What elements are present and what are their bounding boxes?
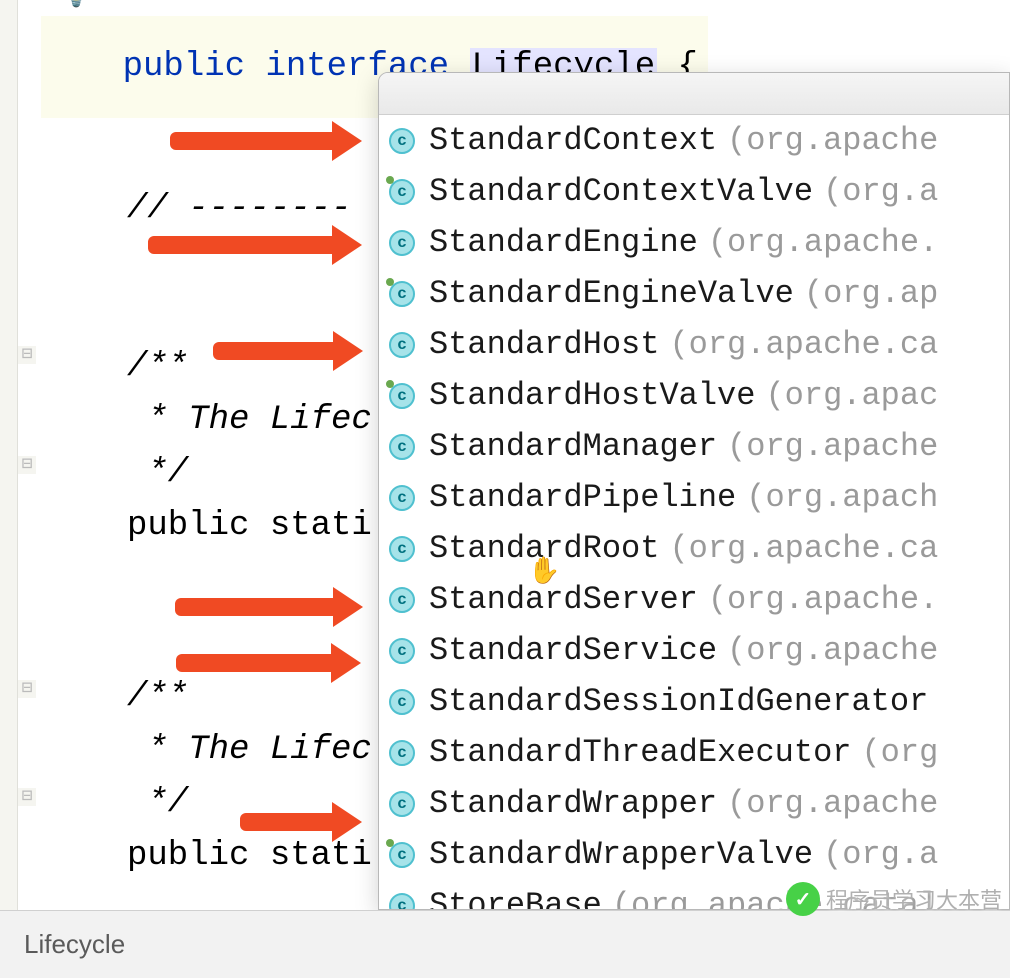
class-icon: c xyxy=(389,485,415,511)
class-name: StandardHost xyxy=(429,326,659,363)
implementation-item[interactable]: c StandardContextValve (org.a xyxy=(379,166,1009,217)
fold-toggle-icon[interactable]: ⊟ xyxy=(18,346,36,364)
package-path: (org.a xyxy=(823,836,938,873)
class-icon: c xyxy=(389,638,415,664)
class-icon: c xyxy=(389,332,415,358)
class-icon: c xyxy=(389,536,415,562)
package-path: (org.apache. xyxy=(708,224,938,261)
class-name: StandardContext xyxy=(429,122,717,159)
status-bar: Lifecycle xyxy=(0,910,1010,978)
package-path: (org.a xyxy=(823,173,938,210)
class-icon: c xyxy=(389,740,415,766)
code-line: */ xyxy=(127,456,188,490)
code-line: /** xyxy=(127,680,188,714)
package-path: (org.apache.catal xyxy=(612,887,938,910)
code-line: */ xyxy=(127,786,188,820)
package-path: (org.apache. xyxy=(708,581,938,618)
editor-gutter xyxy=(0,0,18,910)
class-name: StandardContextValve xyxy=(429,173,813,210)
class-icon: c xyxy=(389,281,415,307)
class-icon: c xyxy=(389,128,415,154)
class-name: StandardHostValve xyxy=(429,377,755,414)
code-line: public stati xyxy=(127,509,372,543)
popup-header[interactable] xyxy=(379,73,1009,115)
code-line: * The Lifec xyxy=(127,733,372,767)
package-path: (org.apache xyxy=(727,428,938,465)
class-icon: c xyxy=(389,383,415,409)
implementation-item[interactable]: c StandardPipeline (org.apach xyxy=(379,472,1009,523)
class-icon: c xyxy=(389,230,415,256)
class-icon: c xyxy=(389,842,415,868)
package-path: (org.apache xyxy=(727,785,938,822)
package-path: (org.apach xyxy=(746,479,938,516)
implementation-item[interactable]: c StandardWrapper (org.apache xyxy=(379,778,1009,829)
implementation-item[interactable]: c StandardSessionIdGenerator xyxy=(379,676,1009,727)
implementations-list[interactable]: c StandardContext (org.apache c StandardCont… xyxy=(379,115,1009,910)
class-name: StandardThreadExecutor xyxy=(429,734,851,771)
implementation-item[interactable]: c StandardContext (org.apache xyxy=(379,115,1009,166)
class-name: StandardEngineValve xyxy=(429,275,794,312)
status-bar-text: Lifecycle xyxy=(24,929,125,960)
package-path: (org xyxy=(861,734,938,771)
package-path: (org.apac xyxy=(765,377,938,414)
package-path: (org.ap xyxy=(804,275,938,312)
package-path: (org.apache xyxy=(727,122,938,159)
class-icon: c xyxy=(389,893,415,911)
class-icon: c xyxy=(389,179,415,205)
code-line: // -------- xyxy=(127,192,351,226)
fold-toggle-icon[interactable]: ⊟ xyxy=(18,788,36,806)
class-icon: c xyxy=(389,791,415,817)
implementation-item[interactable]: c StandardThreadExecutor (org xyxy=(379,727,1009,778)
class-icon: c xyxy=(389,587,415,613)
keyword-public: public xyxy=(123,48,245,86)
class-name: StandardEngine xyxy=(429,224,698,261)
implementation-item[interactable]: c StandardWrapperValve (org.a xyxy=(379,829,1009,880)
implementation-item[interactable]: c StandardRoot (org.apache.ca xyxy=(379,523,1009,574)
implementation-item[interactable]: c StandardEngine (org.apache. xyxy=(379,217,1009,268)
implementation-item[interactable]: c StandardManager (org.apache xyxy=(379,421,1009,472)
class-name: StandardWrapperValve xyxy=(429,836,813,873)
class-icon: c xyxy=(389,434,415,460)
class-name: StandardManager xyxy=(429,428,717,465)
code-line: /** xyxy=(127,350,188,384)
implementations-popup[interactable]: c StandardContext (org.apache c StandardCont… xyxy=(378,72,1010,910)
package-path: (org.apache xyxy=(727,632,938,669)
package-path: (org.apache.ca xyxy=(669,326,938,363)
implementation-item[interactable]: c StandardService (org.apache xyxy=(379,625,1009,676)
implementation-item[interactable]: c StandardServer (org.apache. xyxy=(379,574,1009,625)
fold-toggle-icon[interactable]: ⊟ xyxy=(18,456,36,474)
class-name: StandardServer xyxy=(429,581,698,618)
class-name: StandardService xyxy=(429,632,717,669)
code-line: public stati xyxy=(127,839,372,873)
class-icon: c xyxy=(389,689,415,715)
fold-toggle-icon[interactable]: ⊟ xyxy=(18,680,36,698)
class-name: StandardPipeline xyxy=(429,479,736,516)
class-name: StandardWrapper xyxy=(429,785,717,822)
intention-bulb-icon[interactable]: 💡 xyxy=(60,0,92,8)
class-name: StoreBase xyxy=(429,887,602,910)
package-path: (org.apache.ca xyxy=(669,530,938,567)
implementation-item[interactable]: c StandardHostValve (org.apac xyxy=(379,370,1009,421)
class-name: StandardRoot xyxy=(429,530,659,567)
code-line: * The Lifec xyxy=(127,403,372,437)
implementation-item[interactable]: c StoreBase (org.apache.catal xyxy=(379,880,1009,910)
implementation-item[interactable]: c StandardEngineValve (org.ap xyxy=(379,268,1009,319)
implementation-item[interactable]: c StandardHost (org.apache.ca xyxy=(379,319,1009,370)
class-name: StandardSessionIdGenerator xyxy=(429,683,928,720)
